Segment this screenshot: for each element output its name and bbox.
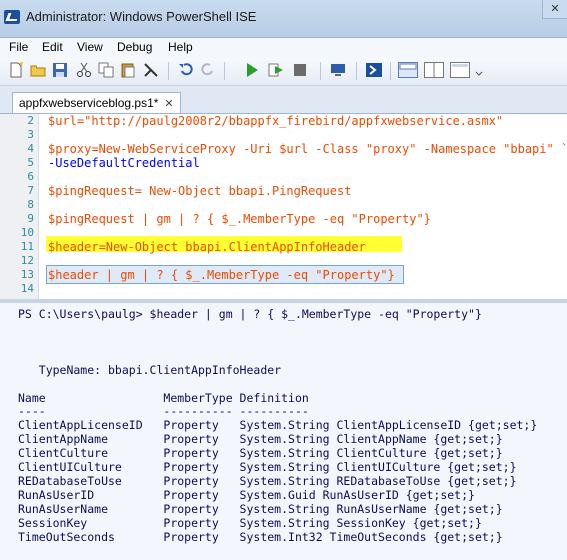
console-row: SessionKey Property System.String Sessio… [18,516,482,530]
code-line: $url="http://paulg2008r2/bbappfx_firebir… [48,114,504,128]
redo-icon[interactable] [200,62,216,78]
menu-bar: File Edit View Debug Help [0,38,567,58]
close-window-button[interactable]: ✕ [542,0,567,19]
line-number: 11 [20,240,34,253]
tab-strip: appfxwebserviceblog.ps1* ✕ [0,86,567,114]
layout-right-icon[interactable] [424,62,444,78]
tab-label: appfxwebserviceblog.ps1* [19,96,159,110]
console-row: ClientUICulture Property System.String C… [18,460,517,474]
console-typename: TypeName: bbapi.ClientAppInfoHeader [18,363,282,377]
line-number: 9 [27,212,34,225]
remote-icon[interactable] [330,62,346,78]
menu-edit[interactable]: Edit [42,40,63,54]
code-line: $header | gm | ? { $_.MemberType -eq "Pr… [48,268,395,282]
powershell-app-icon [4,10,20,24]
console-row: RunAsUserName Property System.String Run… [18,502,503,516]
line-number: 12 [20,254,34,267]
console-prompt: PS C:\Users\paulg> $header | gm | ? { $_… [18,307,482,321]
window-title: Administrator: Windows PowerShell ISE [26,9,257,24]
line-number: 13 [20,268,34,281]
script-editor[interactable]: 2 3 4 5 6 7 8 9 10 11 12 13 14 $url="htt… [0,114,567,299]
code-line: $proxy=New-WebServiceProxy -Uri $url -Cl… [48,142,567,156]
console-row: ClientAppLicenseID Property System.Strin… [18,418,538,432]
layout-max-icon[interactable] [450,62,470,78]
console-column-header: Name MemberType Definition [18,391,309,405]
open-icon[interactable] [30,62,46,78]
paste-icon[interactable] [120,62,136,78]
code-line: $pingRequest | gm | ? { $_.MemberType -e… [48,212,431,226]
menu-file[interactable]: File [9,40,28,54]
line-number: 8 [27,198,34,211]
code-line: $pingRequest= New-Object bbapi.PingReque… [48,184,352,198]
console-divider: ---- ---------- ---------- [18,404,309,418]
console-row: ClientCulture Property System.String Cli… [18,446,503,460]
line-number: 6 [27,170,34,183]
code-line: -UseDefaultCredential [48,156,200,170]
menu-debug[interactable]: Debug [117,40,152,54]
menu-view[interactable]: View [77,40,103,54]
new-icon[interactable] [8,62,24,78]
copy-icon[interactable] [98,62,114,78]
console-row: ClientAppName Property System.String Cli… [18,432,503,446]
run-icon[interactable] [244,62,260,78]
line-number: 7 [27,184,34,197]
powershell-icon[interactable] [366,62,382,78]
menu-help[interactable]: Help [168,40,193,54]
line-number: 2 [27,114,34,127]
title-bar: Administrator: Windows PowerShell ISE ✕ [0,0,567,38]
console-row: TimeOutSeconds Property System.Int32 Tim… [18,530,503,544]
cut-icon[interactable] [76,62,92,78]
line-number: 10 [20,226,34,239]
run-selection-icon[interactable] [268,62,284,78]
tab-script[interactable]: appfxwebserviceblog.ps1* ✕ [12,92,181,113]
save-icon[interactable] [52,62,68,78]
toolbar-overflow-icon[interactable] [474,62,484,78]
line-number: 3 [27,128,34,141]
code-line: $header=New-Object bbapi.ClientAppInfoHe… [48,240,366,254]
clear-icon[interactable] [143,62,159,78]
line-number: 14 [20,282,34,295]
console-row: RunAsUserID Property System.Guid RunAsUs… [18,488,475,502]
console-row: REDatabaseToUse Property System.String R… [18,474,517,488]
line-number: 5 [27,156,34,169]
console-pane[interactable]: PS C:\Users\paulg> $header | gm | ? { $_… [0,303,567,560]
line-number-gutter: 2 3 4 5 6 7 8 9 10 11 12 13 14 [0,114,39,299]
stop-icon[interactable] [292,62,308,78]
line-number: 4 [27,142,34,155]
undo-icon[interactable] [178,62,194,78]
close-tab-icon[interactable]: ✕ [164,98,173,110]
layout-top-icon[interactable] [398,62,418,78]
toolbar [0,58,567,86]
